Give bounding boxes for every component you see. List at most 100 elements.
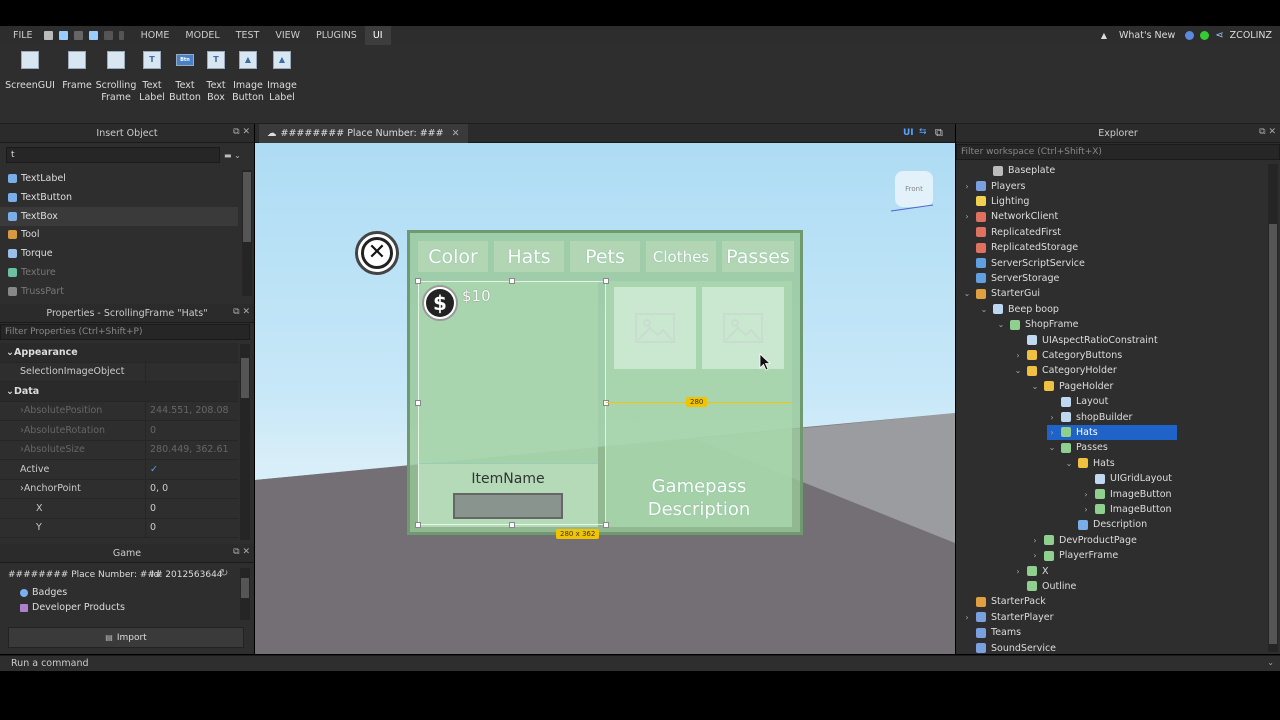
explorer-node-x[interactable]: › X xyxy=(1013,563,1048,578)
explorer-node-outline[interactable]: Outline xyxy=(1013,579,1076,594)
properties-scrollbar[interactable] xyxy=(240,344,250,540)
customize-icon[interactable] xyxy=(118,31,124,40)
explorer-filter-input[interactable]: Filter workspace (Ctrl+Shift+X) xyxy=(956,144,1280,160)
command-input[interactable]: Run a command xyxy=(11,658,89,669)
property-row-x[interactable]: X0 xyxy=(0,499,238,519)
save-icon[interactable] xyxy=(88,31,98,40)
explorer-node-uiaspectratioconstraint[interactable]: UIAspectRatioConstraint xyxy=(1013,332,1158,347)
resize-handle[interactable] xyxy=(415,278,421,284)
property-value[interactable]: 0 xyxy=(146,522,156,533)
property-value[interactable]: 280.449, 362.61 xyxy=(146,444,229,455)
property-row-appearance[interactable]: ⌄ Appearance xyxy=(0,343,238,363)
expand-arrow-icon[interactable]: › xyxy=(1013,351,1023,360)
explorer-node-starterplayer[interactable]: › StarterPlayer xyxy=(962,610,1053,625)
explorer-node-imagebutton[interactable]: › ImageButton xyxy=(1081,502,1171,517)
gamepass-image-button[interactable] xyxy=(614,287,696,369)
panel-controls-icon[interactable]: ⧉ ✕ xyxy=(233,127,250,137)
expand-arrow-icon[interactable]: › xyxy=(1030,536,1040,545)
explorer-node-lighting[interactable]: Lighting xyxy=(962,194,1029,209)
explorer-node-pageholder[interactable]: ⌄ PageHolder xyxy=(1030,379,1114,394)
insert-item-textlabel[interactable]: TextLabel xyxy=(0,169,238,188)
resize-handle[interactable] xyxy=(509,278,515,284)
ui-visibility-toggle[interactable]: UI xyxy=(903,128,914,138)
import-button[interactable]: ▤ Import xyxy=(8,627,244,648)
explorer-node-hats[interactable]: ⌄ Hats xyxy=(1064,456,1115,471)
close-tab-icon[interactable]: ✕ xyxy=(452,128,460,139)
explorer-node-serverscriptservice[interactable]: ServerScriptService xyxy=(962,255,1085,270)
menu-tab-home[interactable]: HOME xyxy=(133,26,178,45)
explorer-node-serverstorage[interactable]: ServerStorage xyxy=(962,271,1059,286)
category-button-passes[interactable]: Passes xyxy=(722,241,794,272)
explorer-node-startergui[interactable]: ⌄ StarterGui xyxy=(962,286,1040,301)
property-row-absoluteposition[interactable]: › AbsolutePosition 244.551, 208.08 xyxy=(0,401,238,421)
menu-tab-view[interactable]: VIEW xyxy=(267,26,308,45)
explorer-node-shopframe[interactable]: ⌄ ShopFrame xyxy=(996,317,1079,332)
game-scrollbar[interactable] xyxy=(240,568,250,620)
game-item-badges[interactable]: Badges xyxy=(20,587,67,598)
gamepass-image-button[interactable] xyxy=(702,287,784,369)
resize-handle[interactable] xyxy=(415,400,421,406)
property-value[interactable]: ✓ xyxy=(146,464,158,475)
explorer-node-layout[interactable]: Layout xyxy=(1047,394,1108,409)
share-icon[interactable]: ⋖ xyxy=(1215,30,1223,41)
explorer-node-description[interactable]: Description xyxy=(1064,517,1147,532)
explorer-node-shopbuilder[interactable]: › shopBuilder xyxy=(1047,409,1132,424)
explorer-node-teams[interactable]: Teams xyxy=(962,625,1021,640)
resize-handle[interactable] xyxy=(603,522,609,528)
category-button-hats[interactable]: Hats xyxy=(494,241,564,272)
collapse-ribbon-icon[interactable]: ▲ xyxy=(1101,31,1107,40)
property-row-active[interactable]: Active ✓ xyxy=(0,460,238,480)
help-icon[interactable] xyxy=(1185,31,1195,40)
explorer-node-hats[interactable]: › Hats xyxy=(1047,424,1177,441)
shop-frame[interactable]: Color Hats Pets Clothes Passes $ $10 ItemNam… xyxy=(407,230,803,539)
explorer-scrollbar[interactable] xyxy=(1268,164,1278,652)
explorer-node-categoryholder[interactable]: ⌄ CategoryHolder xyxy=(1013,363,1117,378)
category-button-color[interactable]: Color xyxy=(418,241,488,272)
property-row-absolutesize[interactable]: › AbsoluteSize 280.449, 362.61 xyxy=(0,440,238,460)
property-row-data[interactable]: ⌄ Data xyxy=(0,382,238,402)
insert-scrollbar[interactable] xyxy=(242,170,252,296)
expand-arrow-icon[interactable]: › xyxy=(962,212,972,221)
property-row-absoluterotation[interactable]: › AbsoluteRotation 0 xyxy=(0,421,238,441)
explorer-node-replicatedstorage[interactable]: ReplicatedStorage xyxy=(962,240,1078,255)
menu-tab-model[interactable]: MODEL xyxy=(177,26,227,45)
command-dropdown-icon[interactable]: ⌄ xyxy=(1267,658,1274,667)
undo-icon[interactable] xyxy=(58,31,68,40)
explorer-node-starterpack[interactable]: StarterPack xyxy=(962,594,1046,609)
explorer-node-baseplate[interactable]: Baseplate xyxy=(979,163,1055,178)
collapse-arrow-icon[interactable]: ⌄ xyxy=(996,320,1006,329)
property-value[interactable]: 0 xyxy=(146,425,156,436)
insert-item-trusspart[interactable]: TrussPart xyxy=(0,282,238,301)
ui-toggle-icon[interactable]: ⇆ xyxy=(919,127,927,137)
explorer-node-imagebutton[interactable]: › ImageButton xyxy=(1081,486,1171,501)
file-menu[interactable]: FILE xyxy=(0,26,41,45)
expand-arrow-icon[interactable]: › xyxy=(1081,490,1091,499)
panel-controls-icon[interactable]: ⧉ ✕ xyxy=(233,547,250,557)
explorer-node-networkclient[interactable]: › NetworkClient xyxy=(962,209,1058,224)
command-bar[interactable]: Run a command ⌄ xyxy=(0,655,1280,671)
insert-item-texture[interactable]: Texture xyxy=(0,263,238,282)
publish-icon[interactable] xyxy=(103,31,113,40)
menu-tab-test[interactable]: TEST xyxy=(228,26,268,45)
ribbon-screengui-button[interactable]: ScreenGUI xyxy=(5,51,55,92)
insert-object-search-input[interactable]: t xyxy=(6,147,220,163)
collapse-arrow-icon[interactable]: ⌄ xyxy=(1047,443,1057,452)
property-row-y[interactable]: Y0 xyxy=(0,518,238,538)
collapse-arrow-icon[interactable]: ⌄ xyxy=(1064,459,1074,468)
collapse-arrow-icon[interactable]: ⌄ xyxy=(962,289,972,298)
refresh-icon[interactable]: ↻ xyxy=(220,568,228,579)
panel-controls-icon[interactable]: ⧉ ✕ xyxy=(1259,127,1276,137)
insert-item-torque[interactable]: Torque xyxy=(0,244,238,263)
username[interactable]: ZCOLINZ xyxy=(1230,30,1272,41)
explorer-node-soundservice[interactable]: SoundService xyxy=(962,640,1056,655)
whats-new-link[interactable]: What's New xyxy=(1119,30,1175,41)
collapse-arrow-icon[interactable]: ⌄ xyxy=(979,305,989,314)
ribbon-image-label-button[interactable]: ▲ Image Label xyxy=(260,51,304,104)
expand-arrow-icon[interactable]: › xyxy=(1047,428,1057,437)
resize-handle[interactable] xyxy=(603,278,609,284)
explorer-node-replicatedfirst[interactable]: ReplicatedFirst xyxy=(962,225,1061,240)
resize-handle[interactable] xyxy=(509,522,515,528)
property-value[interactable]: 0, 0 xyxy=(146,483,168,494)
expand-arrow-icon[interactable]: › xyxy=(1047,413,1057,422)
property-row-anchorpoint[interactable]: › AnchorPoint 0, 0 xyxy=(0,479,238,499)
